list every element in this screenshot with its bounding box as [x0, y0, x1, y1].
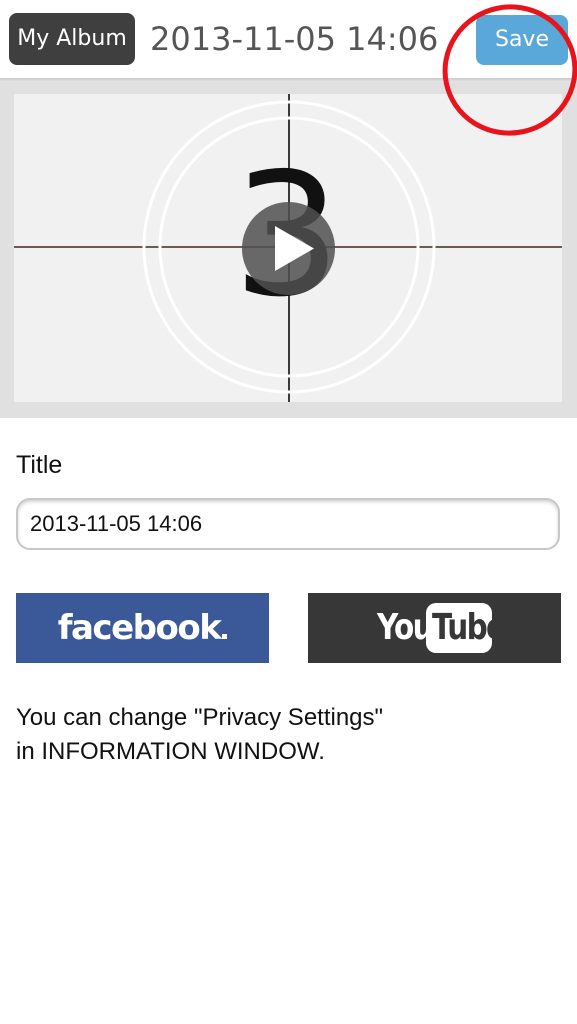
youtube-logo-you: You: [377, 607, 434, 648]
privacy-note: You can change "Privacy Settings" in INF…: [16, 701, 383, 769]
privacy-note-line-2: in INFORMATION WINDOW.: [16, 738, 325, 765]
my-album-button[interactable]: My Album: [9, 13, 135, 65]
youtube-share-button[interactable]: You Tube: [308, 593, 561, 663]
youtube-logo-box: Tube: [426, 603, 506, 653]
facebook-logo-dot: [222, 634, 228, 639]
privacy-note-line-1: You can change "Privacy Settings": [16, 704, 384, 731]
page-title: 2013-11-05 14:06: [150, 20, 439, 58]
facebook-logo: facebook: [57, 608, 222, 648]
title-input[interactable]: [16, 498, 560, 550]
youtube-logo-tube: Tube: [431, 607, 506, 648]
facebook-share-button[interactable]: facebook: [16, 593, 269, 663]
play-button[interactable]: [242, 202, 335, 295]
title-label: Title: [16, 451, 63, 479]
save-button[interactable]: Save: [476, 15, 568, 65]
play-icon: [275, 226, 314, 271]
top-bar: My Album 2013-11-05 14:06 Save: [0, 0, 577, 78]
